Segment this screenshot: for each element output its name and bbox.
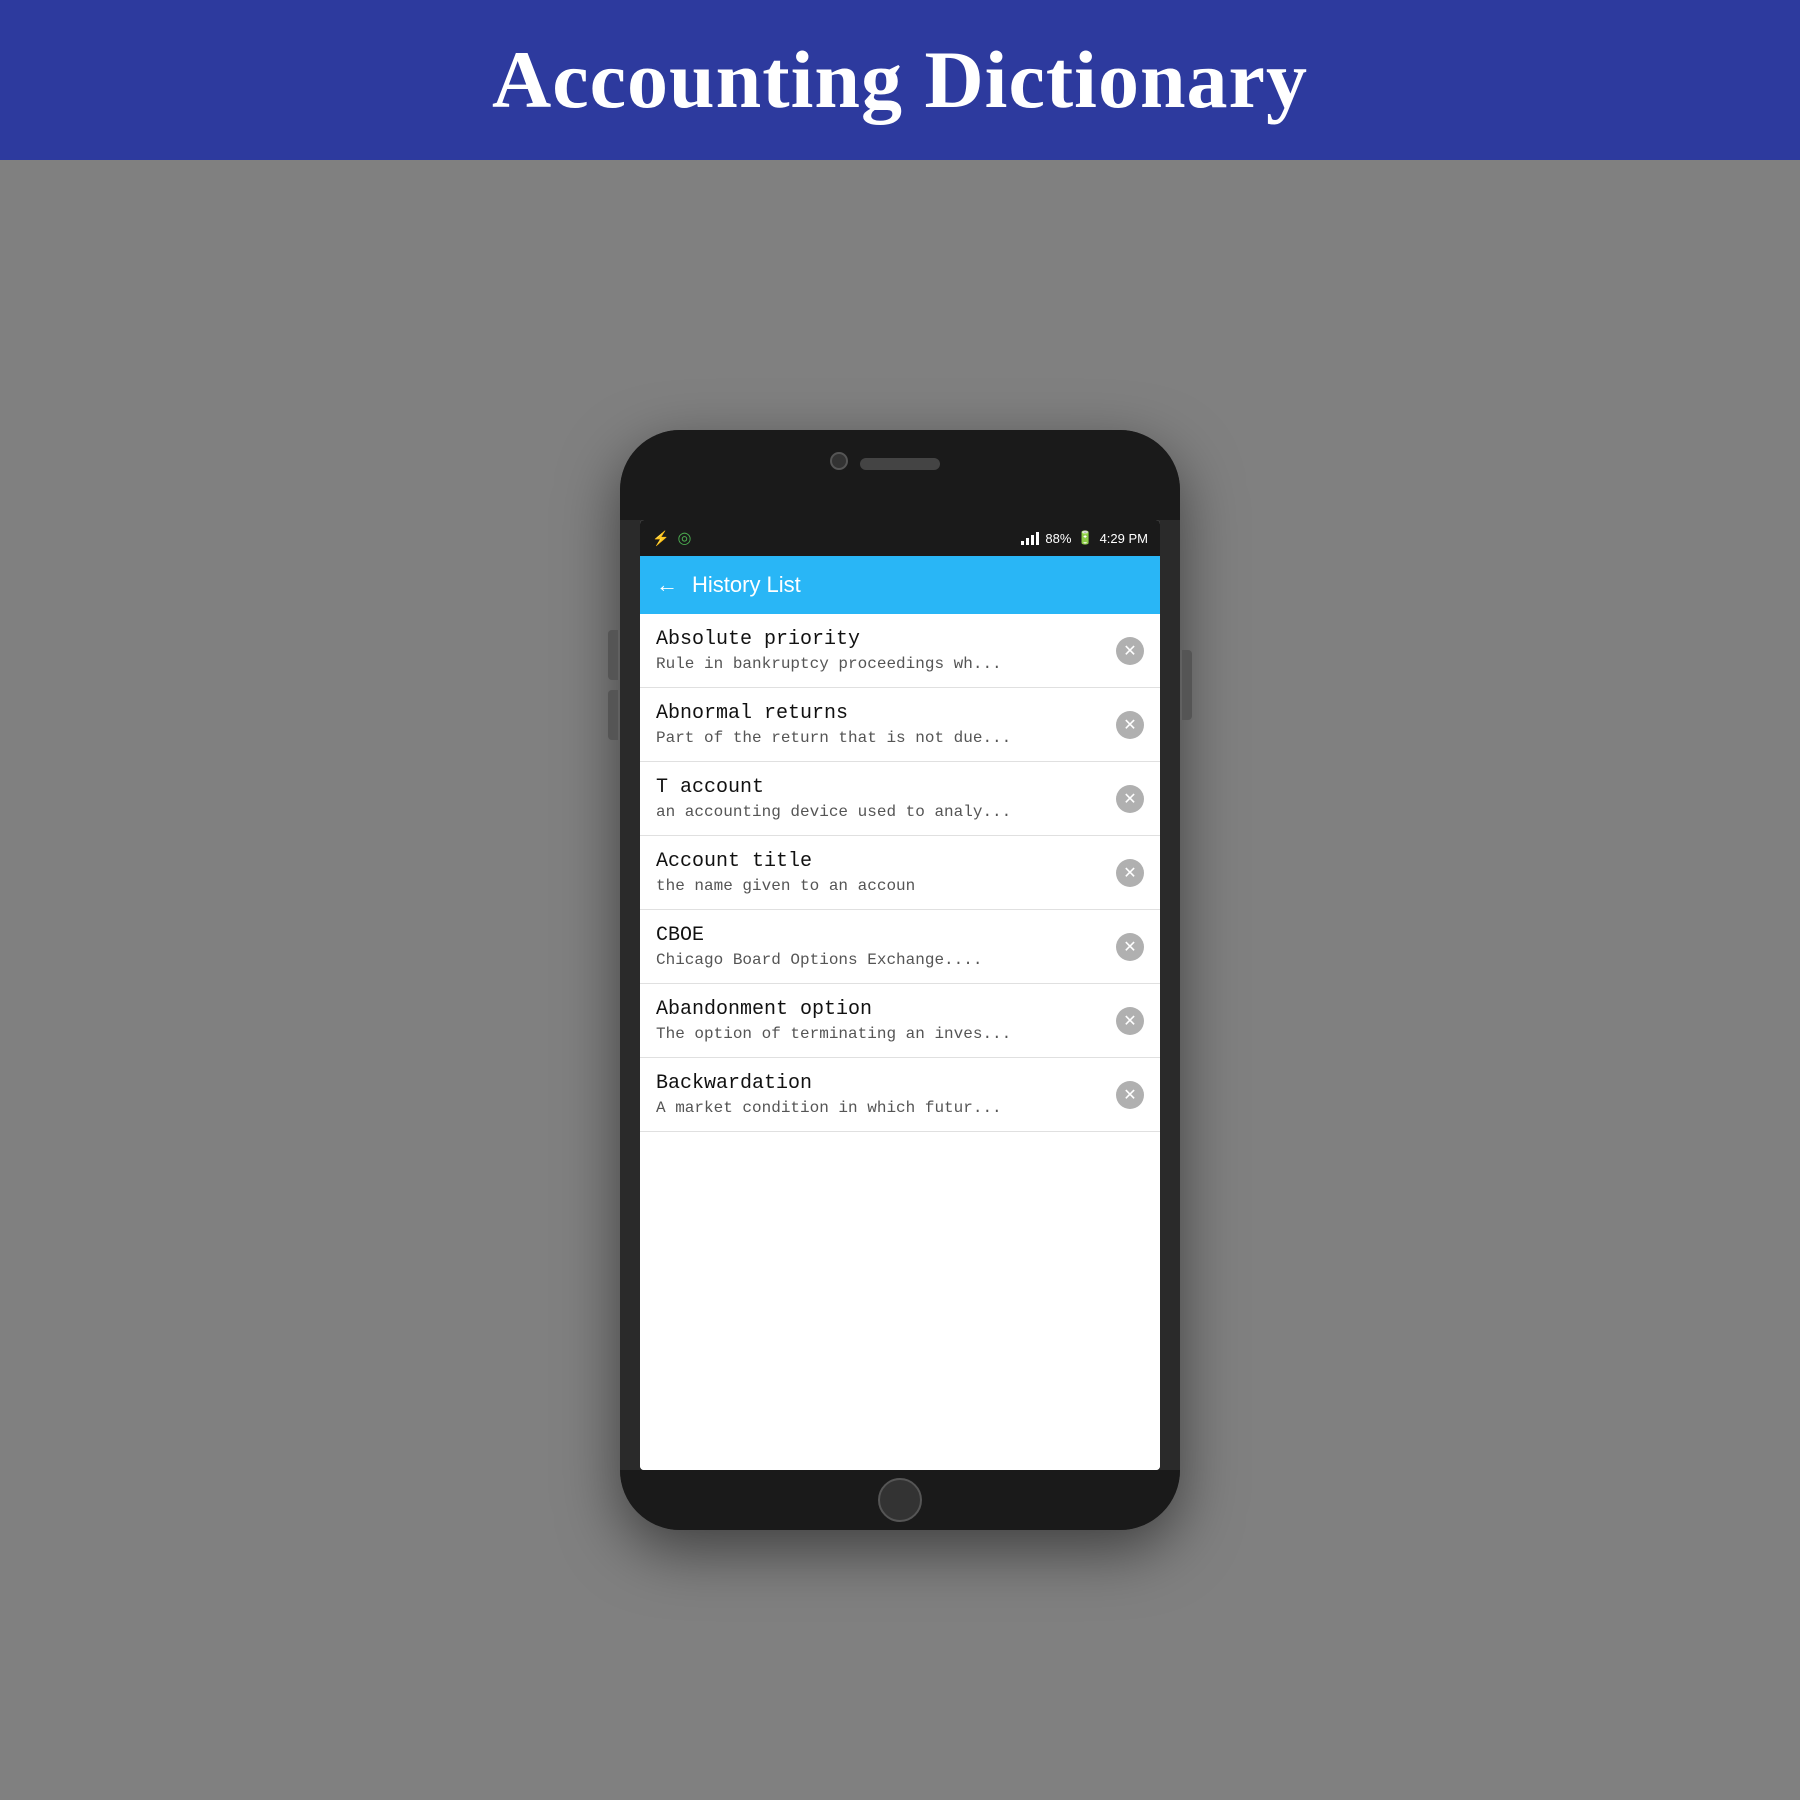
top-banner: Accounting Dictionary <box>0 0 1800 160</box>
item-title-6: Backwardation <box>656 1072 1104 1095</box>
remove-item-button-4[interactable]: ✕ <box>1116 933 1144 961</box>
remove-item-button-3[interactable]: ✕ <box>1116 859 1144 887</box>
battery-percent: 88% <box>1045 531 1071 546</box>
item-desc-5: The option of terminating an inves... <box>656 1025 1104 1043</box>
status-right: 88% 🔋 4:29 PM <box>1021 530 1148 546</box>
phone-bottom <box>620 1470 1180 1530</box>
bar3 <box>1031 535 1034 545</box>
camera-sensor <box>830 452 848 470</box>
item-text-4: CBOE Chicago Board Options Exchange.... <box>656 924 1104 969</box>
item-title-4: CBOE <box>656 924 1104 947</box>
phone-speaker <box>860 458 940 470</box>
list-item[interactable]: Account title the name given to an accou… <box>640 836 1160 910</box>
item-text-2: T account an accounting device used to a… <box>656 776 1104 821</box>
list-item[interactable]: Absolute priority Rule in bankruptcy pro… <box>640 614 1160 688</box>
item-text-3: Account title the name given to an accou… <box>656 850 1104 895</box>
item-desc-1: Part of the return that is not due... <box>656 729 1104 747</box>
signal-bars <box>1021 531 1039 545</box>
item-text-6: Backwardation A market condition in whic… <box>656 1072 1104 1117</box>
back-button[interactable]: ← <box>656 572 678 598</box>
list-item[interactable]: T account an accounting device used to a… <box>640 762 1160 836</box>
item-text-5: Abandonment option The option of termina… <box>656 998 1104 1043</box>
phone-area: ⚡ ◎ 88% 🔋 4:29 PM ← <box>0 160 1800 1800</box>
power-button <box>1182 650 1192 720</box>
list-item[interactable]: Backwardation A market condition in whic… <box>640 1058 1160 1132</box>
home-button[interactable] <box>878 1478 922 1522</box>
item-desc-6: A market condition in which futur... <box>656 1099 1104 1117</box>
list-item[interactable]: Abandonment option The option of termina… <box>640 984 1160 1058</box>
app-bar: ← History List <box>640 556 1160 614</box>
status-bar: ⚡ ◎ 88% 🔋 4:29 PM <box>640 520 1160 556</box>
phone-screen: ⚡ ◎ 88% 🔋 4:29 PM ← <box>640 520 1160 1470</box>
status-left: ⚡ ◎ <box>652 528 691 548</box>
time-display: 4:29 PM <box>1100 531 1148 546</box>
item-text-0: Absolute priority Rule in bankruptcy pro… <box>656 628 1104 673</box>
app-title: Accounting Dictionary <box>492 33 1308 127</box>
battery-icon: 🔋 <box>1077 530 1093 546</box>
location-icon: ◎ <box>677 528 691 548</box>
history-list[interactable]: Absolute priority Rule in bankruptcy pro… <box>640 614 1160 1470</box>
phone-top <box>620 430 1180 520</box>
item-text-1: Abnormal returns Part of the return that… <box>656 702 1104 747</box>
list-item[interactable]: Abnormal returns Part of the return that… <box>640 688 1160 762</box>
usb-icon: ⚡ <box>652 530 669 547</box>
item-title-5: Abandonment option <box>656 998 1104 1021</box>
bar1 <box>1021 541 1024 545</box>
item-title-3: Account title <box>656 850 1104 873</box>
item-title-1: Abnormal returns <box>656 702 1104 725</box>
remove-item-button-5[interactable]: ✕ <box>1116 1007 1144 1035</box>
remove-item-button-1[interactable]: ✕ <box>1116 711 1144 739</box>
remove-item-button-0[interactable]: ✕ <box>1116 637 1144 665</box>
phone-shell: ⚡ ◎ 88% 🔋 4:29 PM ← <box>620 430 1180 1530</box>
volume-down-button <box>608 690 618 740</box>
item-desc-3: the name given to an accoun <box>656 877 1104 895</box>
list-item[interactable]: CBOE Chicago Board Options Exchange.... … <box>640 910 1160 984</box>
item-desc-4: Chicago Board Options Exchange.... <box>656 951 1104 969</box>
item-title-2: T account <box>656 776 1104 799</box>
volume-up-button <box>608 630 618 680</box>
item-title-0: Absolute priority <box>656 628 1104 651</box>
remove-item-button-6[interactable]: ✕ <box>1116 1081 1144 1109</box>
item-desc-0: Rule in bankruptcy proceedings wh... <box>656 655 1104 673</box>
bar4 <box>1036 532 1039 545</box>
screen-title: History List <box>692 572 1144 598</box>
bar2 <box>1026 538 1029 545</box>
item-desc-2: an accounting device used to analy... <box>656 803 1104 821</box>
remove-item-button-2[interactable]: ✕ <box>1116 785 1144 813</box>
